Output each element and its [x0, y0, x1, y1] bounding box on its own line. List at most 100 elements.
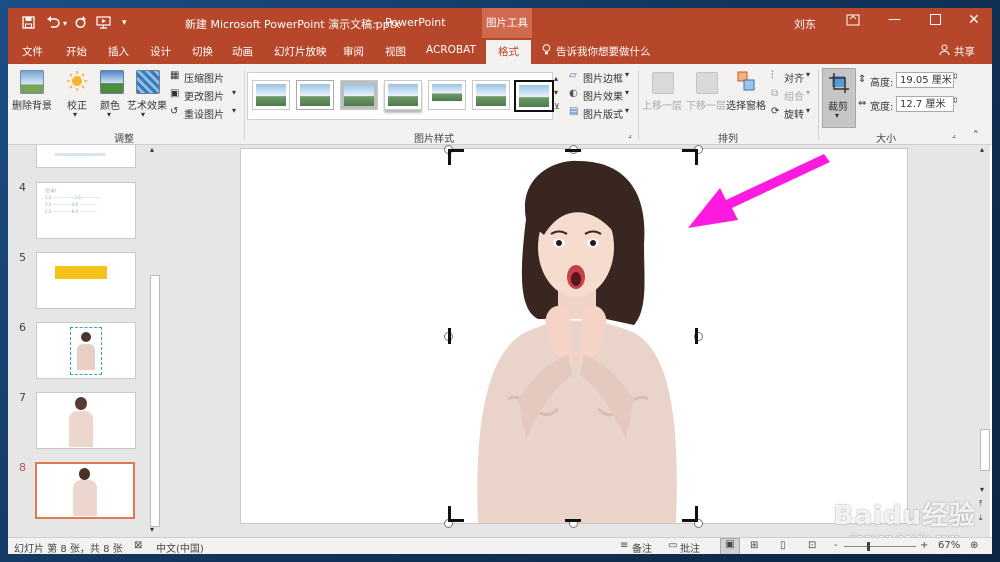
scroll-down-icon[interactable]: ▾	[150, 525, 154, 534]
tab-home[interactable]: 开始	[66, 44, 87, 59]
slide-thumbnail-6[interactable]	[36, 322, 136, 379]
title-bar: ▾ ▾ 新建 Microsoft PowerPoint 演示文稿.pptx - …	[8, 8, 992, 38]
group-label-arrange: 排列	[718, 134, 738, 145]
slide-number-selected: 8	[19, 461, 26, 474]
undo-dropdown-icon[interactable]: ▾	[63, 19, 67, 28]
slide-thumbnail-8[interactable]	[35, 462, 135, 519]
save-icon[interactable]	[22, 16, 35, 32]
slide-thumbnail-7[interactable]	[36, 392, 136, 449]
slide-thumbnail-5[interactable]	[36, 252, 136, 309]
share-icon[interactable]	[939, 44, 950, 58]
redo-icon[interactable]	[74, 16, 87, 32]
gallery-up-icon[interactable]: ▴	[554, 74, 558, 83]
slideshow-view-icon[interactable]: ⊡	[808, 540, 816, 551]
comments-icon[interactable]: ▭	[668, 540, 677, 551]
zoom-out-button[interactable]: -	[834, 540, 838, 551]
height-input[interactable]: 19.05 厘米	[896, 72, 954, 88]
align-dropdown-icon: ▾	[806, 70, 811, 79]
thumbnail-scrollbar[interactable]: ▴ ▾	[148, 145, 160, 537]
slide-number: 4	[19, 181, 26, 194]
collapse-ribbon-icon[interactable]: ⌃	[972, 130, 980, 140]
crop-button[interactable]: 裁剪 ▾	[822, 68, 856, 128]
zoom-level[interactable]: 67%	[938, 540, 960, 551]
corrections-dropdown-icon: ▾	[73, 110, 78, 119]
height-spinner-icon[interactable]: ⇳	[952, 72, 959, 81]
tab-format[interactable]: 格式	[486, 40, 531, 64]
slide-thumbnail-4[interactable]: (目录) 1.0 ················ 2.0 ··········…	[36, 182, 136, 239]
slideshow-from-start-icon[interactable]	[96, 16, 111, 32]
tab-acrobat[interactable]: ACROBAT	[426, 44, 476, 56]
share-button[interactable]: 共享	[954, 44, 975, 59]
tab-design[interactable]: 设计	[150, 44, 171, 59]
picture-style-6[interactable]	[472, 80, 510, 110]
comments-button[interactable]: 批注	[680, 540, 700, 554]
thumbnail-scroll-thumb[interactable]	[150, 275, 160, 527]
tab-transitions[interactable]: 切换	[192, 44, 213, 59]
zoom-slider[interactable]	[844, 546, 916, 547]
editor-scrollbar[interactable]: ▴ ▾ ⤒ ⤓	[978, 145, 990, 537]
normal-view-icon[interactable]: ▣	[720, 538, 740, 554]
tab-review[interactable]: 审阅	[343, 44, 364, 59]
slide-thumbnail-3[interactable]	[36, 145, 136, 168]
close-icon[interactable]: ✕	[968, 12, 980, 28]
color-dropdown-icon: ▾	[107, 110, 112, 119]
tab-file[interactable]: 文件	[22, 44, 43, 59]
styles-launcher-icon[interactable]: ⌟	[628, 130, 632, 139]
scroll-up-icon[interactable]: ▴	[150, 145, 154, 154]
picture-style-2[interactable]	[296, 80, 334, 110]
user-name[interactable]: 刘东	[794, 16, 816, 32]
tell-me-box[interactable]: 告诉我你想要做什么	[556, 44, 651, 59]
editor-scroll-up-icon[interactable]: ▴	[980, 145, 984, 154]
maximize-icon[interactable]	[930, 14, 941, 29]
size-launcher-icon[interactable]: ⌟	[952, 130, 956, 139]
zoom-in-button[interactable]: +	[920, 540, 928, 551]
spellcheck-icon[interactable]: ⊠	[134, 540, 142, 551]
editor-scroll-down-icon[interactable]: ▾	[980, 485, 984, 494]
thumbnail-text: 5.0 ·············· 6.0 ··············	[45, 209, 98, 214]
previous-slide-icon[interactable]: ⤒	[979, 499, 983, 509]
slide-thumbnail-pane: 4 (目录) 1.0 ················ 2.0 ········…	[8, 145, 160, 537]
slide-number: 7	[19, 391, 26, 404]
reading-view-icon[interactable]: ▯	[780, 540, 786, 551]
zoom-slider-thumb[interactable]	[867, 542, 870, 551]
width-icon: ⇔	[858, 98, 867, 109]
width-spinner-icon[interactable]: ⇳	[952, 96, 959, 105]
minimize-icon[interactable]: —	[888, 12, 901, 27]
notes-icon[interactable]: ≡	[620, 540, 628, 551]
crop-handle-bottom[interactable]	[565, 519, 581, 522]
crop-handle-top[interactable]	[565, 149, 581, 152]
language-indicator[interactable]: 中文(中国)	[156, 540, 204, 554]
tab-insert[interactable]: 插入	[108, 44, 129, 59]
group-label-picture-styles: 图片样式	[414, 134, 454, 145]
tab-slideshow[interactable]: 幻灯片放映	[274, 44, 327, 59]
ribbon-separator	[818, 70, 819, 140]
crop-icon	[829, 73, 849, 93]
selected-picture[interactable]	[448, 149, 698, 523]
tell-me-icon[interactable]	[542, 44, 551, 58]
picture-style-4[interactable]	[384, 80, 422, 110]
gallery-more-icon[interactable]: ⊻	[554, 102, 560, 111]
fit-slide-icon[interactable]: ⊕	[970, 540, 978, 551]
tab-view[interactable]: 视图	[385, 44, 406, 59]
picture-style-7[interactable]	[514, 80, 554, 112]
editor-scroll-thumb[interactable]	[980, 429, 990, 471]
ribbon-display-icon[interactable]	[846, 14, 860, 30]
picture-style-5[interactable]	[428, 80, 466, 110]
picture-style-1[interactable]	[252, 80, 290, 110]
width-input[interactable]: 12.7 厘米	[896, 96, 954, 112]
slide-sorter-icon[interactable]: ⊞	[750, 540, 758, 551]
selection-pane-icon	[736, 70, 756, 92]
rotate-icon: ⟳	[771, 106, 780, 117]
layout-dropdown-icon: ▾	[625, 106, 630, 115]
reset-picture-icon: ↺	[170, 106, 179, 117]
crop-handle-right[interactable]	[695, 328, 698, 344]
gallery-down-icon[interactable]: ▾	[554, 88, 558, 97]
ribbon-separator	[244, 70, 245, 140]
customize-qat-icon[interactable]: ▾	[122, 18, 127, 28]
tab-animations[interactable]: 动画	[232, 44, 253, 59]
next-slide-icon[interactable]: ⤓	[979, 513, 983, 523]
notes-button[interactable]: 备注	[632, 540, 652, 554]
picture-style-3[interactable]	[340, 80, 378, 110]
crop-handle-left[interactable]	[448, 328, 451, 344]
undo-icon[interactable]	[46, 16, 60, 32]
